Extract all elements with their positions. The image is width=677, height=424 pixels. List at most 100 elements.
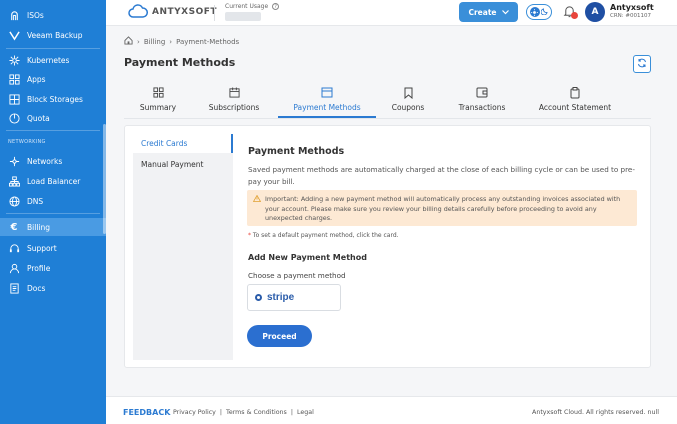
sidebar-item-kubernetes[interactable]: Kubernetes [0, 51, 106, 69]
footer-separator: | [219, 409, 223, 416]
logo-text: ANTYXSOFT [152, 7, 218, 17]
note-text: To set a default payment method, click t… [252, 232, 399, 239]
sidebar-item-label: Load Balancer [27, 176, 81, 186]
sidebar-item-label: ISOs [27, 10, 44, 20]
dns-globe-icon [8, 195, 20, 207]
tab-label: Summary [139, 103, 177, 112]
breadcrumb-item-payment-methods: Payment-Methods [176, 37, 240, 46]
sidebar-item-isos[interactable]: ISOs [0, 6, 106, 24]
sidebar-item-label: Billing [27, 222, 50, 232]
page-title: Payment Methods [124, 56, 236, 69]
user-name: Antyxsoft [610, 3, 654, 12]
side-menu-manual-payment[interactable]: Manual Payment [133, 155, 233, 174]
sidebar: ISOs Veeam Backup Kubernetes Apps Block … [0, 0, 106, 424]
refresh-icon [637, 58, 647, 70]
sidebar-item-quota[interactable]: Quota [0, 109, 106, 127]
footer: FEEDBACK Privacy Policy | Terms & Condit… [106, 396, 677, 424]
breadcrumb-separator: › [137, 37, 140, 46]
sidebar-scrollbar[interactable] [103, 124, 106, 234]
proceed-button[interactable]: Proceed [247, 325, 312, 347]
quota-icon [8, 112, 20, 124]
sidebar-divider [6, 130, 100, 131]
copyright-text: Antyxsoft Cloud. All rights reserved. nu… [532, 409, 659, 416]
warning-triangle-icon [252, 194, 262, 206]
tab-payment-methods[interactable]: Payment Methods [278, 86, 376, 118]
side-menu-credit-cards[interactable]: Credit Cards [133, 134, 233, 153]
veeam-icon [8, 29, 20, 41]
home-icon[interactable] [124, 36, 133, 47]
refresh-button[interactable] [633, 55, 651, 73]
footer-separator: | [290, 409, 293, 416]
theme-toggle[interactable] [526, 4, 552, 20]
feedback-link[interactable]: FEEDBACK [123, 408, 170, 417]
tab-transactions[interactable]: Transactions [452, 86, 512, 118]
stripe-option[interactable]: stripe [247, 284, 341, 311]
section-title: Payment Methods [248, 146, 345, 157]
sidebar-item-label: Support [27, 243, 57, 253]
sidebar-item-label: Kubernetes [27, 55, 70, 65]
tab-account-statement[interactable]: Account Statement [534, 86, 616, 118]
cloud-logo-icon [128, 4, 148, 20]
breadcrumb: › Billing › Payment-Methods [124, 36, 243, 47]
warning-text: Important: Adding a new payment method w… [265, 195, 621, 222]
iso-icon [8, 9, 20, 21]
header-separator [214, 5, 215, 21]
sidebar-item-label: Docs [27, 283, 46, 293]
logo[interactable]: ANTYXSOFT [128, 4, 217, 20]
sidebar-item-dns[interactable]: DNS [0, 192, 106, 210]
sidebar-item-profile[interactable]: Profile [0, 259, 106, 277]
tab-label: Account Statement [538, 103, 612, 112]
sidebar-item-veeam-backup[interactable]: Veeam Backup [0, 26, 106, 44]
headset-icon [8, 242, 20, 254]
footer-links: Privacy Policy | Terms & Conditions | Le… [173, 409, 318, 416]
sidebar-item-label: Veeam Backup [27, 30, 83, 40]
user-icon [8, 262, 20, 274]
bookmark-icon [404, 86, 413, 99]
calendar-icon [228, 86, 240, 99]
tab-subscriptions[interactable]: Subscriptions [200, 86, 268, 118]
required-asterisk: * [248, 232, 251, 239]
sidebar-item-label: Networks [27, 156, 63, 166]
top-header: ANTYXSOFT Current Usage ? Create A Antyx… [106, 0, 677, 26]
grid-icon [152, 86, 164, 99]
warning-banner: Important: Adding a new payment method w… [247, 190, 637, 226]
sidebar-item-apps[interactable]: Apps [0, 70, 106, 88]
sidebar-item-block-storages[interactable]: Block Storages [0, 90, 106, 108]
help-circle-icon[interactable]: ? [272, 3, 280, 10]
stripe-logo: stripe [267, 292, 295, 303]
notification-badge [571, 12, 578, 19]
chevron-down-icon [501, 8, 509, 17]
create-button[interactable]: Create [459, 2, 518, 22]
add-payment-method-title: Add New Payment Method [248, 253, 367, 262]
breadcrumb-item-billing[interactable]: Billing [144, 38, 165, 46]
sidebar-divider [6, 48, 100, 49]
create-button-label: Create [468, 7, 497, 17]
choose-method-label: Choose a payment method [248, 271, 346, 280]
sidebar-item-label: Profile [27, 263, 51, 273]
sun-icon [529, 7, 540, 17]
avatar[interactable]: A [585, 2, 605, 22]
current-usage-label: Current Usage ? [225, 3, 280, 10]
sidebar-item-docs[interactable]: Docs [0, 279, 106, 297]
kubernetes-icon [8, 54, 20, 66]
default-method-note: * To set a default payment method, click… [248, 232, 399, 239]
tab-coupons[interactable]: Coupons [386, 86, 430, 118]
terms-link[interactable]: Terms & Conditions [226, 409, 287, 416]
card-icon [321, 86, 333, 99]
sidebar-item-support[interactable]: Support [0, 239, 106, 257]
user-crn: CRN: #001107 [610, 13, 651, 19]
privacy-policy-link[interactable]: Privacy Policy [173, 409, 216, 416]
apps-grid-icon [8, 73, 20, 85]
network-icon [8, 155, 20, 167]
sidebar-item-load-balancer[interactable]: Load Balancer [0, 172, 106, 190]
legal-link[interactable]: Legal [297, 409, 314, 416]
sidebar-item-networks[interactable]: Networks [0, 152, 106, 170]
payment-side-menu: Credit Cards Manual Payment [133, 134, 233, 360]
sidebar-item-billing[interactable]: € Billing [0, 218, 106, 236]
wallet-icon [476, 86, 488, 99]
tab-summary[interactable]: Summary [124, 86, 192, 118]
storage-icon [8, 93, 20, 105]
payment-methods-card: Credit Cards Manual Payment Payment Meth… [124, 125, 651, 368]
billing-tabs: Summary Subscriptions Payment Methods Co… [124, 86, 651, 119]
sidebar-item-label: Block Storages [27, 94, 83, 104]
